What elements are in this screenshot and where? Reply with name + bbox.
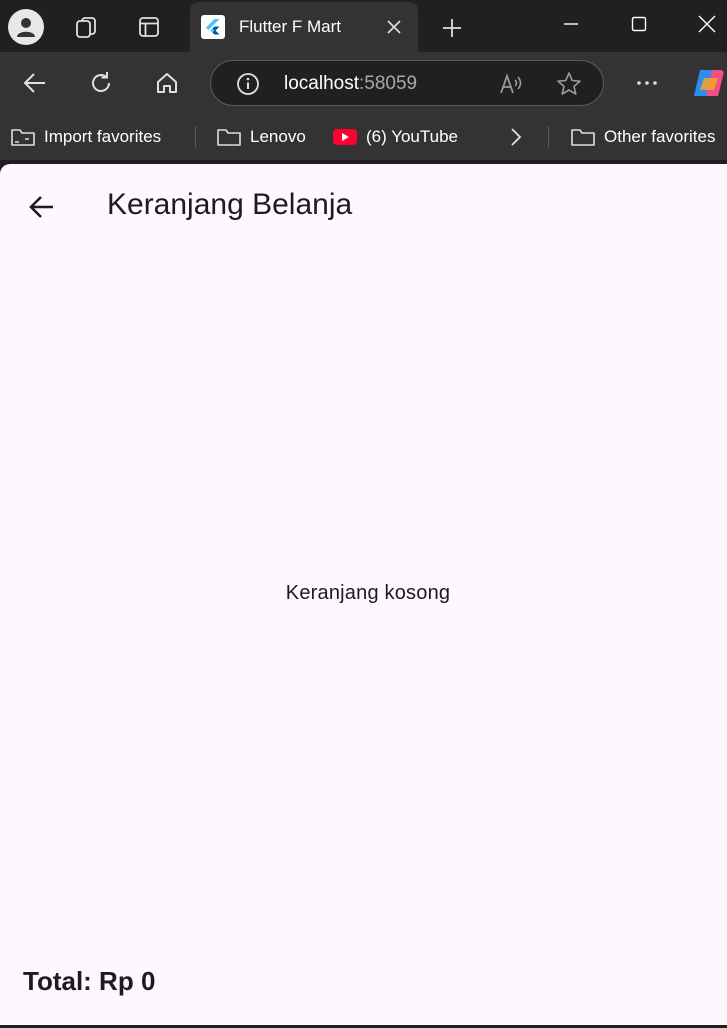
url-port: :58059 bbox=[359, 73, 418, 94]
minimize-icon bbox=[564, 23, 578, 25]
profile-avatar-icon bbox=[8, 9, 44, 45]
copilot-icon bbox=[694, 70, 724, 96]
app-back-button[interactable] bbox=[22, 188, 60, 226]
tab-actions-button[interactable] bbox=[129, 8, 169, 46]
cart-page: Keranjang Belanja Keranjang kosong Total… bbox=[0, 164, 727, 1025]
copilot-button[interactable] bbox=[691, 65, 727, 101]
favorite-star-button[interactable] bbox=[555, 71, 583, 97]
favorites-divider bbox=[195, 126, 196, 148]
youtube-icon bbox=[333, 129, 357, 145]
cart-total: Total: Rp 0 bbox=[23, 966, 156, 996]
back-arrow-icon bbox=[23, 73, 45, 93]
favorites-bar: Import favorites Lenovo (6) YouTube Othe… bbox=[0, 114, 727, 160]
page-title: Keranjang Belanja bbox=[107, 188, 353, 221]
fav-folder-lenovo[interactable]: Lenovo bbox=[216, 122, 306, 152]
back-button[interactable] bbox=[17, 65, 53, 101]
fav-label: Other favorites bbox=[604, 127, 716, 146]
tab-close-button[interactable] bbox=[382, 15, 406, 39]
arrow-back-icon bbox=[29, 196, 53, 218]
read-aloud-icon bbox=[500, 73, 522, 94]
workspaces-icon bbox=[76, 17, 96, 38]
url-host: localhost bbox=[284, 73, 359, 94]
minimize-button[interactable] bbox=[548, 4, 594, 44]
refresh-icon bbox=[92, 72, 110, 92]
refresh-button[interactable] bbox=[83, 65, 119, 101]
browser-toolbar: localhost:58059 bbox=[0, 52, 727, 114]
fav-youtube[interactable]: (6) YouTube bbox=[332, 122, 458, 152]
maximize-icon bbox=[631, 16, 647, 32]
close-icon bbox=[698, 15, 716, 33]
home-icon bbox=[157, 73, 177, 93]
flutter-favicon-icon bbox=[201, 15, 225, 39]
browser-titlebar: Flutter F Mart bbox=[0, 0, 727, 52]
read-aloud-button[interactable] bbox=[497, 71, 525, 97]
star-icon bbox=[557, 72, 581, 95]
tab-title: Flutter F Mart bbox=[239, 17, 342, 36]
address-bar[interactable]: localhost:58059 bbox=[210, 60, 604, 106]
profile-button[interactable] bbox=[6, 8, 46, 46]
fav-label: Lenovo bbox=[250, 127, 306, 146]
tab-flutter-f-mart[interactable]: Flutter F Mart bbox=[190, 2, 418, 52]
chevron-right-icon bbox=[511, 128, 522, 146]
more-options-button[interactable] bbox=[629, 65, 665, 101]
url-text[interactable]: localhost:58059 bbox=[284, 73, 417, 95]
plus-icon bbox=[443, 19, 461, 37]
app-bar: Keranjang Belanja bbox=[0, 164, 727, 248]
fav-label: Import favorites bbox=[44, 127, 162, 146]
workspaces-button[interactable] bbox=[66, 8, 106, 46]
home-button[interactable] bbox=[149, 65, 185, 101]
tab-actions-icon bbox=[139, 17, 159, 37]
favorites-divider bbox=[548, 126, 549, 148]
more-dots-icon bbox=[637, 81, 657, 85]
fav-other-favorites[interactable]: Other favorites bbox=[570, 122, 716, 152]
folder-icon bbox=[571, 129, 595, 146]
favorites-overflow-button[interactable] bbox=[503, 122, 527, 152]
window-close-button[interactable] bbox=[684, 4, 727, 44]
close-icon bbox=[387, 20, 401, 34]
maximize-button[interactable] bbox=[616, 4, 662, 44]
empty-cart-message: Keranjang kosong bbox=[285, 582, 451, 604]
fav-import-favorites[interactable]: Import favorites bbox=[10, 122, 161, 152]
new-tab-button[interactable] bbox=[434, 10, 470, 46]
fav-label: (6) YouTube bbox=[366, 127, 458, 146]
import-folder-icon bbox=[11, 129, 35, 146]
folder-icon bbox=[217, 129, 241, 146]
site-info-icon[interactable] bbox=[235, 71, 261, 97]
